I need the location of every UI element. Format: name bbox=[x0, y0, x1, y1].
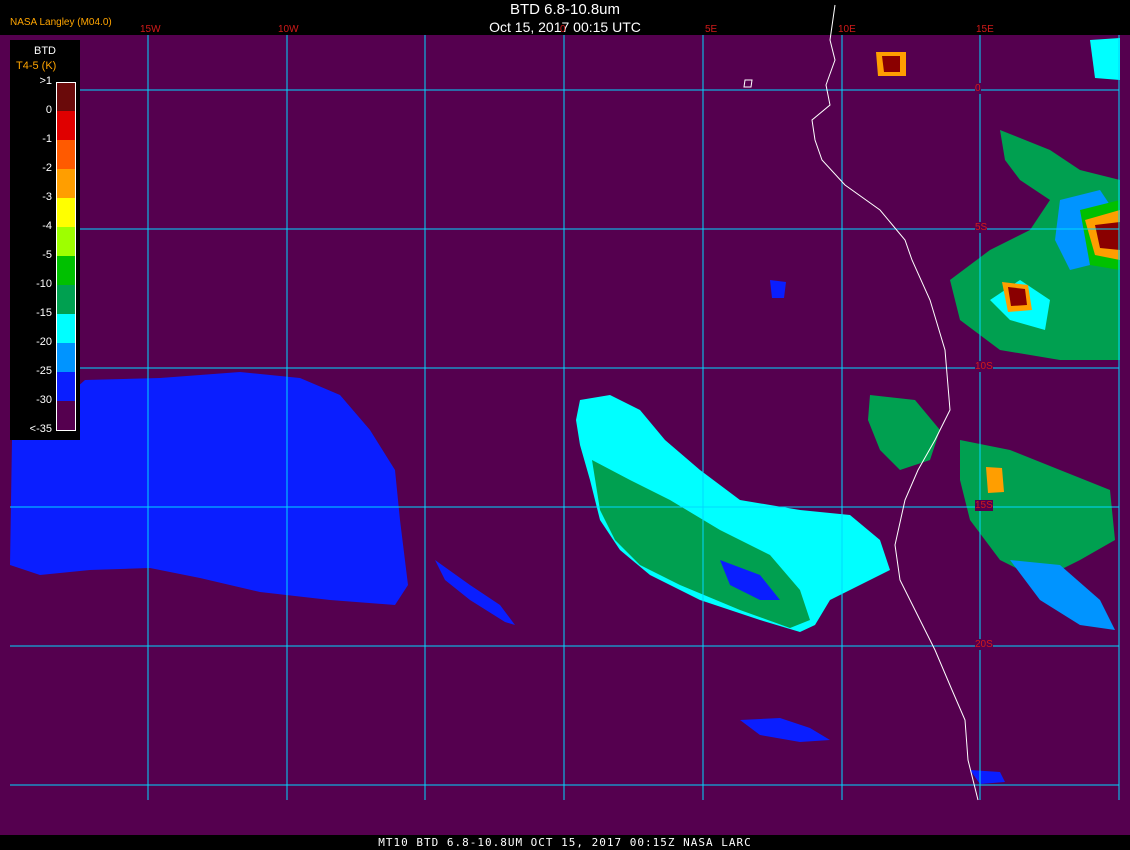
lon-label-5e: 5E bbox=[705, 24, 718, 35]
lat-label-10s: 10S bbox=[975, 361, 993, 372]
lat-label-5s: 5S bbox=[975, 222, 988, 233]
legend-swatch bbox=[56, 198, 76, 227]
legend-swatch bbox=[56, 227, 76, 256]
footer-caption: MT10 BTD 6.8-10.8UM OCT 15, 2017 00:15Z … bbox=[0, 835, 1130, 850]
legend-label: -2 bbox=[42, 162, 52, 174]
legend-swatch bbox=[56, 314, 76, 343]
legend-swatch bbox=[56, 169, 76, 198]
color-legend: BTD T4-5 (K) >1 0 -1 -2 -3 -4 -5 -10 -15 -20 -25 -3… bbox=[10, 40, 80, 440]
legend-subtitle: T4-5 (K) bbox=[16, 60, 57, 72]
legend-label: -3 bbox=[42, 191, 52, 203]
credit-label: NASA Langley (M04.0) bbox=[10, 17, 112, 28]
legend-label: -30 bbox=[36, 394, 52, 406]
lon-label-10w: 10W bbox=[278, 24, 299, 35]
legend-label: -25 bbox=[36, 365, 52, 377]
legend-label: -1 bbox=[42, 133, 52, 145]
legend-swatch bbox=[56, 140, 76, 169]
legend-swatch bbox=[56, 285, 76, 314]
legend-label: >1 bbox=[39, 75, 52, 87]
satellite-map bbox=[0, 4, 1130, 835]
legend-label: -4 bbox=[42, 220, 52, 232]
lat-label-20s: 20S bbox=[975, 639, 993, 650]
legend-label: -15 bbox=[36, 307, 52, 319]
legend-swatch bbox=[56, 401, 76, 431]
legend-swatch bbox=[56, 372, 76, 401]
lon-label-0: 0 bbox=[560, 24, 566, 35]
legend-label: -5 bbox=[42, 249, 52, 261]
lat-label-15s: 15S bbox=[975, 500, 993, 511]
legend-label: 0 bbox=[45, 104, 52, 116]
legend-label: -10 bbox=[36, 278, 52, 290]
chart-title: BTD 6.8-10.8um bbox=[509, 1, 621, 18]
lat-label-0: 0 bbox=[975, 83, 981, 94]
legend-title: BTD bbox=[34, 45, 56, 57]
legend-label: -20 bbox=[36, 336, 52, 348]
legend-label: <-35 bbox=[29, 423, 52, 435]
legend-swatch bbox=[56, 343, 76, 372]
lon-label-15w: 15W bbox=[140, 24, 161, 35]
lon-label-10e: 10E bbox=[838, 24, 856, 35]
legend-swatch bbox=[56, 111, 76, 140]
lon-label-15e: 15E bbox=[976, 24, 994, 35]
legend-swatch bbox=[56, 82, 76, 112]
legend-swatch bbox=[56, 256, 76, 285]
